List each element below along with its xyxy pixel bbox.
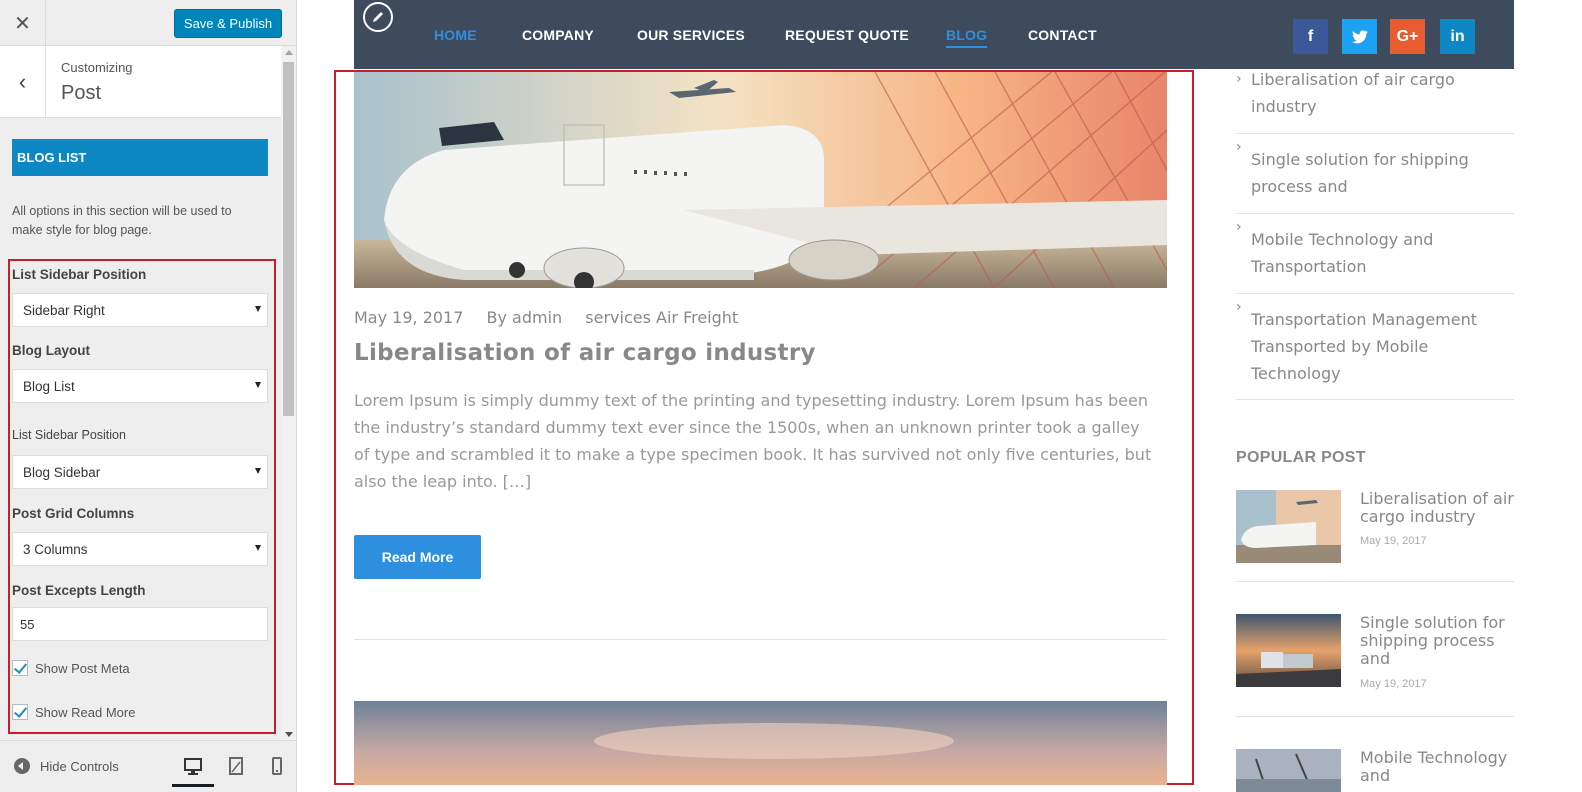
customizer-scroll-area[interactable]: ‹ Customizing Post BLOG LIST All options… (0, 46, 296, 740)
popular-post-heading: POPULAR POST (1236, 449, 1366, 466)
nav-blog[interactable]: BLOG (946, 27, 988, 48)
collapse-arrow-icon (14, 758, 30, 774)
breadcrumb-title: Post (61, 82, 102, 104)
scroll-down-arrow-icon[interactable] (285, 732, 293, 737)
blog-list-section-heading: BLOG LIST (12, 139, 268, 176)
list-sidebar-position-select[interactable]: Sidebar Right (12, 293, 268, 327)
nav-request-quote[interactable]: REQUEST QUOTE (785, 27, 909, 43)
popular-post-thumbnail[interactable] (1236, 490, 1341, 563)
list-sidebar-position-label: List Sidebar Position (12, 267, 147, 282)
customizer-footer: Hide Controls (0, 740, 296, 792)
tablet-preview-icon[interactable] (227, 757, 245, 775)
next-post-image[interactable] (354, 701, 1167, 785)
post-title[interactable]: Liberalisation of air cargo industry (354, 340, 816, 366)
popular-post-title[interactable]: Mobile Technology and (1360, 749, 1515, 785)
nav-company[interactable]: COMPANY (522, 27, 594, 43)
google-plus-icon[interactable]: G+ (1390, 19, 1425, 54)
customizer-scrollbar[interactable] (281, 47, 296, 740)
facebook-icon[interactable]: f (1293, 19, 1328, 54)
blog-layout-label: Blog Layout (12, 343, 90, 358)
popular-post-thumbnail[interactable] (1236, 614, 1341, 687)
list-sidebar-position-value-2: Blog Sidebar (23, 464, 101, 480)
post-divider (354, 639, 1167, 640)
post-author[interactable]: By admin (487, 308, 563, 327)
post-excerpts-length-input[interactable]: 55 (12, 607, 268, 641)
show-read-more-checkbox[interactable] (12, 704, 28, 720)
dropdown-arrow-icon (255, 468, 261, 474)
post-excerpts-length-label: Post Excepts Length (12, 583, 146, 598)
back-chevron-icon[interactable]: ‹ (0, 46, 46, 118)
post-grid-columns-label: Post Grid Columns (12, 506, 135, 521)
twitter-icon[interactable] (1342, 19, 1377, 54)
read-more-button[interactable]: Read More (354, 535, 481, 579)
popular-post-date: May 19, 2017 (1360, 535, 1427, 547)
edit-pencil-icon[interactable] (363, 2, 393, 32)
scroll-thumb[interactable] (283, 62, 294, 416)
recent-post-item[interactable]: Transportation Management Transported by… (1236, 294, 1514, 400)
post-grid-columns-select[interactable]: 3 Columns (12, 532, 268, 566)
site-preview: HOME COMPANY OUR SERVICES REQUEST QUOTE … (297, 0, 1582, 792)
nav-our-services[interactable]: OUR SERVICES (637, 27, 745, 43)
mobile-preview-icon[interactable] (268, 757, 286, 775)
hide-controls-label: Hide Controls (40, 758, 119, 774)
recent-post-item[interactable]: Mobile Technology and Transportation (1236, 214, 1514, 294)
hide-controls-button[interactable]: Hide Controls (14, 758, 119, 774)
active-device-indicator (172, 784, 214, 787)
save-publish-button[interactable]: Save & Publish (174, 9, 282, 38)
post-meta: May 19, 2017 By admin services Air Freig… (354, 308, 756, 327)
show-post-meta-row[interactable]: Show Post Meta (12, 660, 130, 676)
nav-home[interactable]: HOME (434, 27, 477, 43)
popular-post-date: May 19, 2017 (1360, 678, 1427, 690)
breadcrumb-customizing: Customizing (61, 60, 133, 75)
list-sidebar-position-value: Sidebar Right (23, 302, 105, 318)
customizer-header: ✕ Save & Publish (0, 0, 296, 46)
linkedin-icon[interactable]: in (1440, 19, 1475, 54)
section-header: ‹ Customizing Post (0, 46, 281, 118)
show-post-meta-checkbox[interactable] (12, 660, 28, 676)
dropdown-arrow-icon (255, 306, 261, 312)
post-excerpt: Lorem Ipsum is simply dummy text of the … (354, 391, 1152, 491)
popular-post-thumbnail[interactable] (1236, 749, 1341, 792)
popular-post-item[interactable]: Mobile Technology and (1236, 749, 1514, 792)
list-sidebar-position-select-2[interactable]: Blog Sidebar (12, 455, 268, 489)
blog-layout-select[interactable]: Blog List (12, 369, 268, 403)
popular-post-title[interactable]: Single solution for shipping process and (1360, 614, 1515, 668)
blog-layout-value: Blog List (23, 378, 75, 394)
popular-post-item[interactable]: Liberalisation of air cargo industry May… (1236, 490, 1514, 582)
close-icon[interactable]: ✕ (0, 0, 46, 46)
dropdown-arrow-icon (255, 382, 261, 388)
recent-post-item[interactable]: Single solution for shipping process and (1236, 134, 1514, 214)
popular-post-item[interactable]: Single solution for shipping process and… (1236, 614, 1514, 717)
show-post-meta-label: Show Post Meta (35, 660, 130, 676)
customizer-panel: ✕ Save & Publish ‹ Customizing Post BLOG… (0, 0, 297, 792)
dropdown-arrow-icon (255, 545, 261, 551)
post-grid-columns-value: 3 Columns (23, 541, 88, 557)
scroll-up-arrow-icon[interactable] (285, 50, 293, 55)
popular-post-title[interactable]: Liberalisation of air cargo industry (1360, 490, 1515, 526)
post-date[interactable]: May 19, 2017 (354, 308, 463, 327)
show-read-more-row[interactable]: Show Read More (12, 704, 135, 720)
section-description: All options in this section will be used… (12, 204, 232, 237)
recent-post-item[interactable]: Liberalisation of air cargo industry (1236, 66, 1514, 134)
recent-posts-list: Liberalisation of air cargo industry Sin… (1236, 66, 1514, 400)
desktop-preview-icon[interactable] (184, 757, 202, 775)
show-read-more-label: Show Read More (35, 704, 136, 720)
list-sidebar-position-label-2: List Sidebar Position (12, 428, 126, 442)
nav-contact[interactable]: CONTACT (1028, 27, 1097, 43)
main-navbar: HOME COMPANY OUR SERVICES REQUEST QUOTE … (354, 0, 1514, 69)
post-category[interactable]: services Air Freight (585, 308, 738, 327)
